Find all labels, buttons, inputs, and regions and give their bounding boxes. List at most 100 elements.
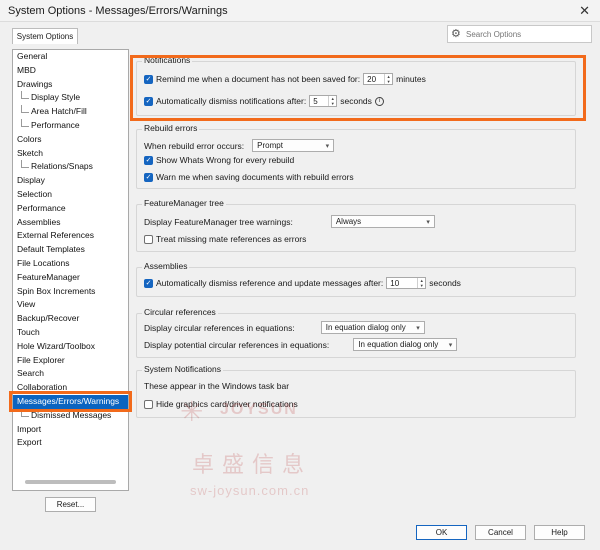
tab-system-options[interactable]: System Options	[12, 28, 78, 44]
system-notifications-group: System Notifications These appear in the…	[136, 364, 576, 418]
rebuild-warn-row: ✓ Warn me when saving documents with reb…	[144, 172, 354, 182]
notifications-title: Notifications	[142, 55, 193, 65]
asm-dismiss-unit: seconds	[429, 278, 461, 288]
dismiss-unit: seconds	[340, 96, 372, 106]
fm-treat-row: Treat missing mate references as errors	[144, 234, 306, 244]
assemblies-group: Assemblies ✓ Automatically dismiss refer…	[136, 261, 576, 297]
asm-dismiss-checkbox[interactable]: ✓	[144, 278, 153, 288]
dismiss-value[interactable]: 5	[310, 97, 328, 106]
watermark-url: sw-joysun.com.cn	[190, 483, 310, 498]
tree-item[interactable]: Collaboration	[13, 381, 128, 395]
tree-item[interactable]: Messages/Errors/Warnings	[13, 394, 128, 409]
rebuild-when-row: When rebuild error occurs: Prompt ▾	[144, 139, 335, 152]
spin-arrows-icon[interactable]: ▲ ▼	[417, 278, 425, 288]
ok-button[interactable]: OK	[416, 525, 467, 540]
watermark-cn: 卓盛信息	[192, 452, 313, 477]
tree-item[interactable]: Export	[13, 436, 128, 450]
rebuild-errors-group: Rebuild errors When rebuild error occurs…	[136, 123, 576, 189]
remind-row: ✓ Remind me when a document has not been…	[144, 73, 426, 85]
window-title: System Options - Messages/Errors/Warning…	[8, 5, 228, 17]
sysnotif-desc-row: These appear in the Windows task bar	[144, 381, 289, 391]
chevron-down-icon: ▾	[416, 324, 420, 332]
fm-display-row: Display FeatureManager tree warnings: Al…	[144, 215, 435, 228]
tree-item[interactable]: Spin Box Increments	[13, 285, 128, 299]
tree-item[interactable]: Area Hatch/Fill	[13, 105, 128, 119]
tree-item[interactable]: Assemblies	[13, 216, 128, 230]
remind-value[interactable]: 20	[364, 75, 384, 84]
circ-display-label: Display circular references in equations…	[144, 322, 295, 333]
cancel-button[interactable]: Cancel	[475, 525, 526, 540]
show-whats-wrong-checkbox[interactable]: ✓	[144, 155, 153, 165]
assemblies-title: Assemblies	[142, 261, 190, 271]
tree-item[interactable]: Performance	[13, 202, 128, 216]
tree-item[interactable]: External References	[13, 229, 128, 243]
fm-display-value: Always	[335, 217, 362, 226]
warn-saving-checkbox[interactable]: ✓	[144, 172, 153, 182]
sysnotif-hide-row: Hide graphics card/driver notifications	[144, 399, 298, 409]
dismiss-label: Automatically dismiss notifications afte…	[156, 96, 307, 106]
tree-item[interactable]: Relations/Snaps	[13, 160, 128, 174]
chevron-down-icon: ▾	[426, 218, 430, 226]
circ-potential-label: Display potential circular references in…	[144, 339, 330, 350]
hide-graphics-label: Hide graphics card/driver notifications	[156, 399, 298, 409]
tree-item[interactable]: Display	[13, 174, 128, 188]
options-tree[interactable]: General MBD Drawings Display Style Area Hatc…	[12, 49, 129, 491]
remind-checkbox[interactable]: ✓	[144, 74, 153, 84]
reset-button[interactable]: Reset...	[45, 497, 96, 512]
sysnotif-title: System Notifications	[142, 364, 223, 374]
circ-display-dropdown[interactable]: In equation dialog only ▾	[320, 321, 425, 334]
sysnotif-desc: These appear in the Windows task bar	[144, 381, 290, 391]
dismiss-spinbox[interactable]: 5 ▲ ▼	[309, 95, 338, 107]
tree-item[interactable]: Colors	[13, 133, 128, 147]
tree-item[interactable]: View	[13, 298, 128, 312]
fm-display-dropdown[interactable]: Always ▾	[330, 215, 435, 228]
search-input[interactable]	[464, 27, 588, 41]
rebuild-when-value: Prompt	[257, 141, 283, 150]
treat-missing-label: Treat missing mate references as errors	[156, 234, 307, 244]
chevron-down-icon: ▾	[448, 341, 453, 349]
tree-item[interactable]: Search	[13, 367, 128, 381]
circ-display-value: In equation dialog only	[325, 323, 406, 332]
tree-item[interactable]: Hole Wizard/Toolbox	[13, 340, 128, 354]
remind-label: Remind me when a document has not been s…	[156, 74, 361, 84]
tree-item[interactable]: Sketch	[13, 147, 128, 161]
spin-arrows-icon[interactable]: ▲ ▼	[384, 74, 392, 84]
tree-item[interactable]: Touch	[13, 326, 128, 340]
tree-item[interactable]: Backup/Recover	[13, 312, 128, 326]
tree-item[interactable]: General	[13, 50, 128, 64]
remind-spinbox[interactable]: 20 ▲ ▼	[363, 73, 394, 85]
dismiss-checkbox[interactable]: ✓	[144, 96, 153, 106]
info-icon[interactable]: i	[374, 96, 384, 106]
treat-missing-checkbox[interactable]	[144, 234, 153, 244]
tree-item[interactable]: Default Templates	[13, 243, 128, 257]
asm-dismiss-value[interactable]: 10	[387, 279, 417, 288]
asm-dismiss-spinbox[interactable]: 10 ▲ ▼	[386, 277, 427, 289]
rebuild-when-label: When rebuild error occurs:	[144, 140, 245, 151]
circ-display-row: Display circular references in equations…	[144, 321, 425, 334]
tree-item[interactable]: Drawings	[13, 78, 128, 92]
close-icon[interactable]: ✕	[579, 3, 590, 19]
featuremanager-title: FeatureManager tree	[142, 198, 226, 208]
circ-potential-dropdown[interactable]: In equation dialog only ▾	[353, 338, 458, 351]
tree-item[interactable]: Dismissed Messages	[13, 408, 128, 423]
rebuild-title: Rebuild errors	[142, 123, 200, 133]
tree-item[interactable]: FeatureManager	[13, 271, 128, 285]
help-button[interactable]: Help	[534, 525, 585, 540]
tree-item[interactable]: Display Style	[13, 91, 128, 105]
tree-item[interactable]: File Locations	[13, 257, 128, 271]
title-bar: System Options - Messages/Errors/Warning…	[0, 0, 600, 22]
show-whats-wrong-label: Show Whats Wrong for every rebuild	[156, 155, 295, 165]
tree-item[interactable]: MBD	[13, 64, 128, 78]
hide-graphics-checkbox[interactable]	[144, 399, 153, 409]
tree-list: General MBD Drawings Display Style Area Hatc…	[13, 50, 128, 450]
spin-arrows-icon[interactable]: ▲ ▼	[328, 96, 336, 106]
featuremanager-group: FeatureManager tree Display FeatureManag…	[136, 198, 576, 252]
tree-item[interactable]: Performance	[13, 118, 128, 133]
tree-item[interactable]: Import	[13, 423, 128, 437]
circ-potential-value: In equation dialog only	[358, 340, 439, 349]
tree-horizontal-scrollbar[interactable]	[25, 480, 116, 484]
tree-item[interactable]: Selection	[13, 188, 128, 202]
rebuild-when-dropdown[interactable]: Prompt ▾	[252, 139, 335, 152]
search-box[interactable]: ⚙	[447, 25, 592, 43]
tree-item[interactable]: File Explorer	[13, 354, 128, 368]
